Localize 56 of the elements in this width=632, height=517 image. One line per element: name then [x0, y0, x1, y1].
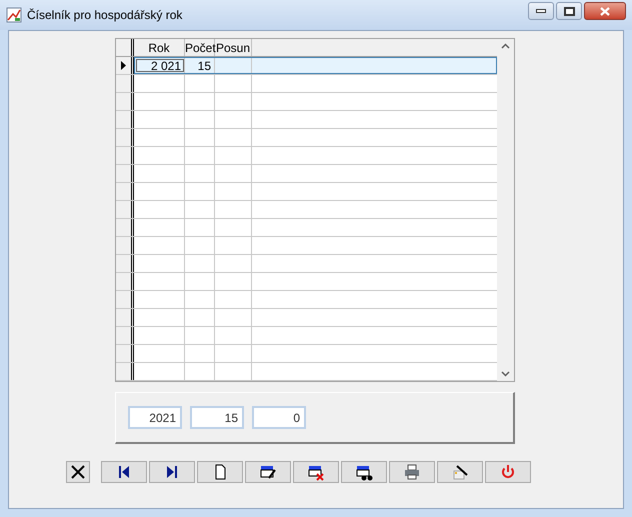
minimize-button[interactable] — [528, 2, 554, 20]
selected-row[interactable]: 2 021 15 — [134, 57, 497, 74]
scrollbar[interactable] — [497, 39, 514, 381]
scroll-down-icon[interactable] — [501, 371, 510, 377]
magic-wand-icon — [451, 463, 469, 481]
row-header[interactable] — [116, 291, 134, 308]
printer-icon — [403, 463, 421, 481]
row-header[interactable] — [116, 363, 134, 380]
power-icon — [499, 463, 517, 481]
row-header[interactable] — [116, 309, 134, 326]
wizard-button[interactable] — [437, 461, 483, 483]
column-header[interactable]: Rok — [134, 39, 185, 56]
row-header[interactable] — [116, 75, 134, 92]
input-field[interactable]: 15 — [190, 406, 244, 429]
input-field[interactable]: 2021 — [128, 406, 182, 429]
row-header[interactable] — [116, 129, 134, 146]
table-cell: 15 — [185, 58, 215, 73]
row-header[interactable] — [116, 273, 134, 290]
row-header[interactable] — [116, 93, 134, 110]
last-button[interactable] — [149, 461, 195, 483]
print-button[interactable] — [389, 461, 435, 483]
row-header[interactable] — [116, 201, 134, 218]
maximize-button[interactable] — [556, 2, 582, 20]
scroll-up-icon[interactable] — [501, 43, 510, 49]
edit-button[interactable] — [245, 461, 291, 483]
table-cell: 2 021 — [135, 58, 185, 73]
current-row-icon — [121, 61, 126, 70]
row-header[interactable] — [116, 219, 134, 236]
first-button[interactable] — [101, 461, 147, 483]
column-header[interactable]: Počet — [185, 39, 215, 56]
input-field[interactable]: 0 — [252, 406, 306, 429]
row-header[interactable] — [116, 165, 134, 182]
window-title: Číselník pro hospodářský rok — [27, 7, 182, 24]
delete-button[interactable] — [66, 461, 90, 483]
exit-button[interactable] — [485, 461, 531, 483]
table-delete-icon — [307, 463, 325, 481]
column-header[interactable]: Posun — [215, 39, 252, 56]
row-header[interactable] — [116, 111, 134, 128]
row-header[interactable] — [116, 147, 134, 164]
find-button[interactable] — [341, 461, 387, 483]
row-header[interactable] — [116, 327, 134, 344]
row-header[interactable] — [116, 57, 134, 74]
cross-icon — [69, 463, 87, 481]
new-button[interactable] — [197, 461, 243, 483]
row-header[interactable] — [116, 255, 134, 272]
app-icon — [6, 7, 22, 23]
table-pencil-icon — [259, 463, 277, 481]
restore-icon — [564, 6, 574, 16]
table-binoculars-icon — [355, 463, 373, 481]
close-icon — [600, 6, 610, 16]
row-header[interactable] — [116, 345, 134, 362]
close-button[interactable] — [584, 2, 626, 20]
minimize-icon — [536, 9, 546, 13]
row-header[interactable] — [116, 237, 134, 254]
remove-button[interactable] — [293, 461, 339, 483]
row-header[interactable] — [116, 183, 134, 200]
